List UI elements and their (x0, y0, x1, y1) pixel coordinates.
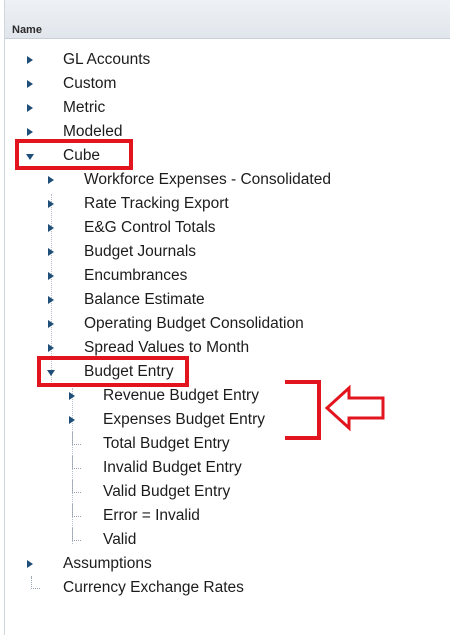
caret-right-icon[interactable] (27, 128, 33, 136)
tree-item-currency-exchange-rates[interactable]: Currency Exchange Rates (5, 576, 450, 600)
caret-right-icon[interactable] (27, 104, 33, 112)
tree-item-label: Valid Budget Entry (103, 483, 231, 500)
tree-item-rate-tracking[interactable]: Rate Tracking Export (5, 192, 450, 216)
caret-right-icon[interactable] (48, 344, 54, 352)
highlight-budget-entry (37, 356, 189, 387)
highlight-cube (15, 139, 133, 170)
tree-item-assumptions[interactable]: Assumptions (5, 552, 450, 576)
tree-item-label: Balance Estimate (84, 291, 205, 308)
caret-right-icon[interactable] (27, 80, 33, 88)
tree-item-gl-accounts[interactable]: GL Accounts (5, 48, 450, 72)
tree-panel: Name GL Accounts Custom Metric Modeled C… (4, 0, 450, 635)
tree-item-label: Invalid Budget Entry (103, 459, 242, 476)
caret-right-icon[interactable] (48, 200, 54, 208)
tree-item-custom[interactable]: Custom (5, 72, 450, 96)
caret-right-icon[interactable] (27, 560, 33, 568)
tree-item-encumbrances[interactable]: Encumbrances (5, 264, 450, 288)
tree-item-label: Currency Exchange Rates (63, 579, 244, 596)
tree-item-eg-control-totals[interactable]: E&G Control Totals (5, 216, 450, 240)
tree-item-label: Assumptions (63, 555, 152, 572)
tree-item-valid-budget-entry[interactable]: Valid Budget Entry (5, 480, 450, 504)
tree-item-label: Metric (63, 99, 106, 116)
tree-item-label: Spread Values to Month (84, 339, 250, 356)
tree-item-budget-journals[interactable]: Budget Journals (5, 240, 450, 264)
tree-item-label: E&G Control Totals (84, 219, 216, 236)
tree-item-balance-estimate[interactable]: Balance Estimate (5, 288, 450, 312)
caret-right-icon[interactable] (48, 272, 54, 280)
tree-item-label: Custom (63, 75, 117, 92)
tree-connector (31, 576, 40, 589)
caret-right-icon[interactable] (48, 176, 54, 184)
tree-item-invalid-budget-entry[interactable]: Invalid Budget Entry (5, 456, 450, 480)
caret-right-icon[interactable] (69, 416, 75, 424)
caret-right-icon[interactable] (48, 224, 54, 232)
tree-item-label: Valid (103, 531, 137, 548)
tree-item-operating-budget[interactable]: Operating Budget Consolidation (5, 312, 450, 336)
tree-connector (72, 432, 81, 445)
tree-item-label: Total Budget Entry (103, 435, 230, 452)
caret-right-icon[interactable] (27, 56, 33, 64)
tree-item-workforce-expenses[interactable]: Workforce Expenses - Consolidated (5, 168, 450, 192)
caret-right-icon[interactable] (48, 320, 54, 328)
tree-item-metric[interactable]: Metric (5, 96, 450, 120)
tree-item-valid[interactable]: Valid (5, 528, 450, 552)
caret-right-icon[interactable] (48, 248, 54, 256)
tree-view: GL Accounts Custom Metric Modeled Cube W… (5, 38, 450, 635)
tree-connector (72, 504, 81, 517)
tree-item-label: Budget Journals (84, 243, 197, 260)
tree-item-label: Workforce Expenses - Consolidated (84, 171, 331, 188)
tree-item-label: Revenue Budget Entry (103, 387, 259, 404)
tree-item-label: Operating Budget Consolidation (84, 315, 304, 332)
left-arrow-callout-icon (285, 380, 385, 440)
tree-item-label: Error = Invalid (103, 507, 200, 524)
tree-item-label: Encumbrances (84, 267, 188, 284)
tree-connector (72, 480, 81, 493)
caret-right-icon[interactable] (69, 392, 75, 400)
tree-connector (72, 528, 81, 541)
column-header-name: Name (12, 24, 42, 36)
tree-item-label: Rate Tracking Export (84, 195, 229, 212)
tree-item-error-invalid[interactable]: Error = Invalid (5, 504, 450, 528)
column-header[interactable]: Name (5, 0, 450, 39)
caret-right-icon[interactable] (48, 296, 54, 304)
tree-connector (72, 456, 81, 469)
tree-item-label: Expenses Budget Entry (103, 411, 265, 428)
tree-item-label: GL Accounts (63, 51, 151, 68)
